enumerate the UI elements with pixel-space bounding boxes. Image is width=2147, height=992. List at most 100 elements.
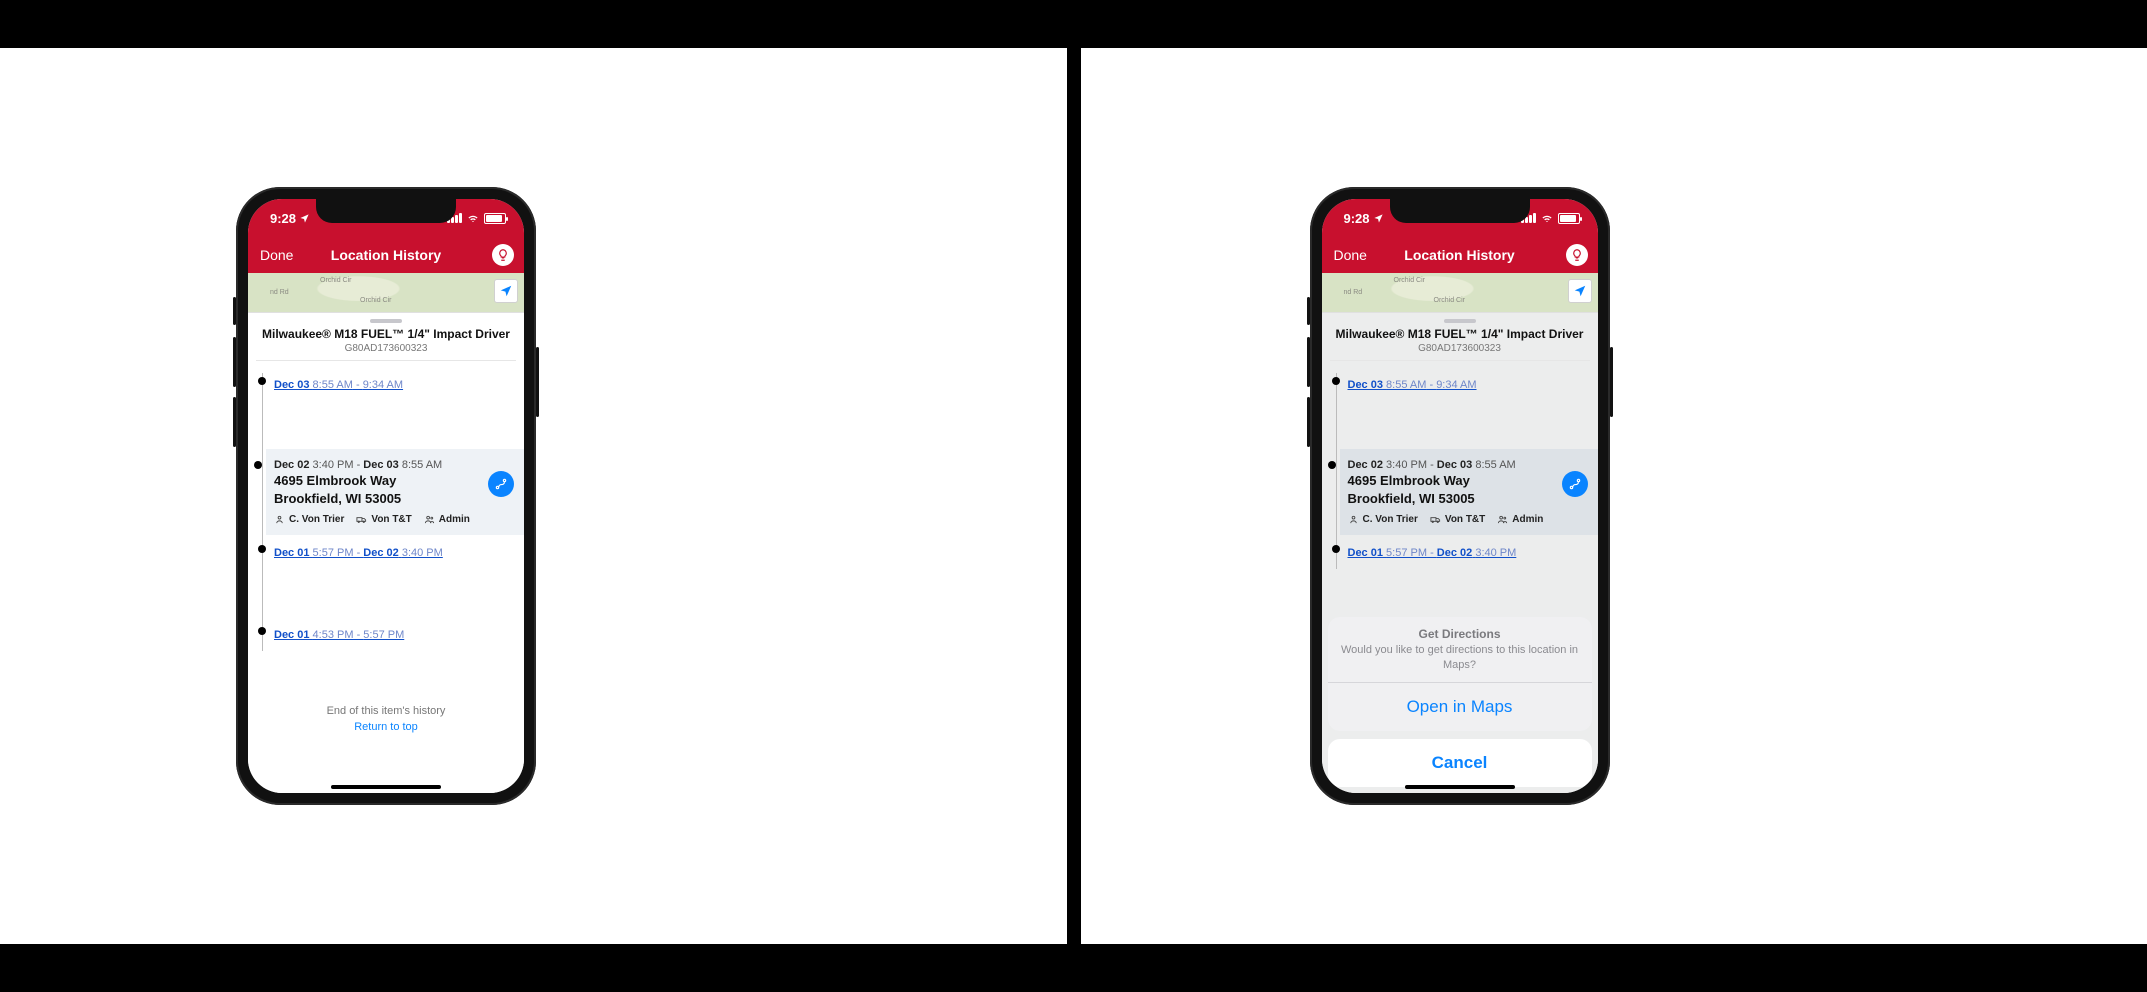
cancel-button[interactable]: Cancel bbox=[1328, 739, 1592, 787]
end-text: End of this item's history bbox=[248, 705, 524, 717]
route-icon bbox=[494, 477, 508, 491]
tool-title: Milwaukee® M18 FUEL™ 1/4" Impact Driver bbox=[1322, 327, 1598, 341]
timeline-dot-icon bbox=[258, 545, 266, 553]
divider-line bbox=[256, 360, 516, 361]
end-of-history: End of this item's history Return to top bbox=[248, 705, 524, 733]
truck-icon bbox=[356, 514, 367, 525]
map-label-2: Orchid Cir bbox=[1434, 297, 1466, 304]
map-label-1: Orchid Cir bbox=[1394, 277, 1426, 284]
done-button[interactable]: Done bbox=[1334, 247, 1367, 263]
timeline-range: Dec 02 3:40 PM - Dec 03 8:55 AM bbox=[1348, 459, 1588, 471]
timeline-entry[interactable]: Dec 01 4:53 PM - 5:57 PM bbox=[270, 617, 524, 651]
nav-bar: Done Location History bbox=[1322, 237, 1598, 273]
letterbox-bottom bbox=[0, 944, 2147, 992]
wifi-icon bbox=[1540, 213, 1554, 224]
timeline: Dec 03 8:55 AM - 9:34 AM Dec 02 3:40 PM … bbox=[1322, 367, 1598, 569]
done-button[interactable]: Done bbox=[260, 247, 293, 263]
page-title: Location History bbox=[331, 247, 441, 263]
status-time: 9:28 bbox=[1344, 211, 1370, 226]
lightbulb-icon bbox=[496, 248, 510, 262]
timeline-link: Dec 03 8:55 AM - 9:34 AM bbox=[274, 379, 403, 391]
timeline-link: Dec 03 8:55 AM - 9:34 AM bbox=[1348, 379, 1477, 391]
recenter-button[interactable] bbox=[1568, 279, 1592, 303]
timeline-dot-icon bbox=[254, 461, 262, 469]
timeline-dot-icon bbox=[1328, 461, 1336, 469]
tool-title: Milwaukee® M18 FUEL™ 1/4" Impact Driver bbox=[248, 327, 524, 341]
map-label-2: Orchid Cir bbox=[360, 297, 392, 304]
map-street: nd Rd bbox=[1344, 289, 1363, 296]
recenter-button[interactable] bbox=[494, 279, 518, 303]
action-sheet-message: Would you like to get directions to this… bbox=[1340, 643, 1580, 672]
timeline-range: Dec 02 3:40 PM - Dec 03 8:55 AM bbox=[274, 459, 514, 471]
address-line-1: 4695 Elmbrook Way bbox=[1348, 473, 1588, 489]
address-line-1: 4695 Elmbrook Way bbox=[274, 473, 514, 489]
timeline-link: Dec 01 5:57 PM - Dec 02 3:40 PM bbox=[274, 547, 443, 559]
history-sheet: Milwaukee® M18 FUEL™ 1/4" Impact Driver … bbox=[1322, 313, 1598, 793]
map-street: nd Rd bbox=[270, 289, 289, 296]
assignee-chip: C. Von Trier bbox=[1348, 514, 1418, 525]
sheet-grabber[interactable] bbox=[1444, 319, 1476, 323]
timeline-dot-icon bbox=[258, 377, 266, 385]
timeline-dot-icon bbox=[1332, 377, 1340, 385]
open-in-maps-button[interactable]: Open in Maps bbox=[1328, 683, 1592, 731]
people-icon bbox=[424, 514, 435, 525]
phone-frame-right: 9:28 Done Location History bbox=[1310, 187, 1610, 805]
map-label-1: Orchid Cir bbox=[320, 277, 352, 284]
map-preview[interactable]: Orchid Cir Orchid Cir nd Rd bbox=[248, 273, 524, 313]
action-sheet: Get Directions Would you like to get dir… bbox=[1328, 617, 1592, 787]
timeline-dot-icon bbox=[1332, 545, 1340, 553]
action-sheet-header: Get Directions Would you like to get dir… bbox=[1328, 617, 1592, 682]
wifi-icon bbox=[466, 213, 480, 224]
location-arrow-icon bbox=[499, 284, 513, 298]
notch bbox=[316, 199, 456, 223]
timeline-entry[interactable]: Dec 01 5:57 PM - Dec 02 3:40 PM bbox=[1344, 535, 1598, 569]
page-title: Location History bbox=[1404, 247, 1514, 263]
nav-bar: Done Location History bbox=[248, 237, 524, 273]
role-chip: Admin bbox=[1497, 514, 1543, 525]
location-arrow-icon bbox=[1573, 284, 1587, 298]
person-icon bbox=[1348, 514, 1359, 525]
timeline-entry-expanded: Dec 02 3:40 PM - Dec 03 8:55 AM 4695 Elm… bbox=[1340, 449, 1598, 535]
divider-line bbox=[1330, 360, 1590, 361]
role-chip: Admin bbox=[424, 514, 470, 525]
address-line-2: Brookfield, WI 53005 bbox=[1348, 491, 1588, 507]
map-preview[interactable]: Orchid Cir Orchid Cir nd Rd bbox=[1322, 273, 1598, 313]
assignee-chip: C. Von Trier bbox=[274, 514, 344, 525]
battery-icon bbox=[484, 213, 506, 224]
timeline-dot-icon bbox=[258, 627, 266, 635]
division-chip: Von T&T bbox=[1430, 514, 1485, 525]
lightbulb-button[interactable] bbox=[492, 244, 514, 266]
return-to-top-link[interactable]: Return to top bbox=[248, 721, 524, 733]
battery-icon bbox=[1558, 213, 1580, 224]
notch bbox=[1390, 199, 1530, 223]
address-line-2: Brookfield, WI 53005 bbox=[274, 491, 514, 507]
tool-serial: G80AD173600323 bbox=[1322, 343, 1598, 354]
action-sheet-title: Get Directions bbox=[1340, 627, 1580, 641]
truck-icon bbox=[1430, 514, 1441, 525]
route-icon bbox=[1568, 477, 1582, 491]
directions-button[interactable] bbox=[1562, 471, 1588, 497]
people-icon bbox=[1497, 514, 1508, 525]
person-icon bbox=[274, 514, 285, 525]
location-arrow-icon bbox=[1373, 213, 1384, 224]
timeline-entry-expanded: Dec 02 3:40 PM - Dec 03 8:55 AM 4695 Elm… bbox=[266, 449, 524, 535]
timeline-entry[interactable]: Dec 03 8:55 AM - 9:34 AM bbox=[1344, 367, 1598, 401]
timeline-link: Dec 01 5:57 PM - Dec 02 3:40 PM bbox=[1348, 547, 1517, 559]
timeline: Dec 03 8:55 AM - 9:34 AM Dec 02 3:40 PM … bbox=[248, 367, 524, 651]
directions-button[interactable] bbox=[488, 471, 514, 497]
division-chip: Von T&T bbox=[356, 514, 411, 525]
location-arrow-icon bbox=[299, 213, 310, 224]
timeline-link: Dec 01 4:53 PM - 5:57 PM bbox=[274, 629, 404, 641]
history-sheet: Milwaukee® M18 FUEL™ 1/4" Impact Driver … bbox=[248, 313, 524, 793]
sheet-grabber[interactable] bbox=[370, 319, 402, 323]
home-indicator[interactable] bbox=[1405, 785, 1515, 789]
lightbulb-icon bbox=[1570, 248, 1584, 262]
tool-serial: G80AD173600323 bbox=[248, 343, 524, 354]
home-indicator[interactable] bbox=[331, 785, 441, 789]
timeline-entry[interactable]: Dec 01 5:57 PM - Dec 02 3:40 PM bbox=[270, 535, 524, 569]
letterbox-top bbox=[0, 0, 2147, 48]
phone-frame-left: 9:28 Done Location History bbox=[236, 187, 536, 805]
status-time: 9:28 bbox=[270, 211, 296, 226]
timeline-entry[interactable]: Dec 03 8:55 AM - 9:34 AM bbox=[270, 367, 524, 401]
lightbulb-button[interactable] bbox=[1566, 244, 1588, 266]
